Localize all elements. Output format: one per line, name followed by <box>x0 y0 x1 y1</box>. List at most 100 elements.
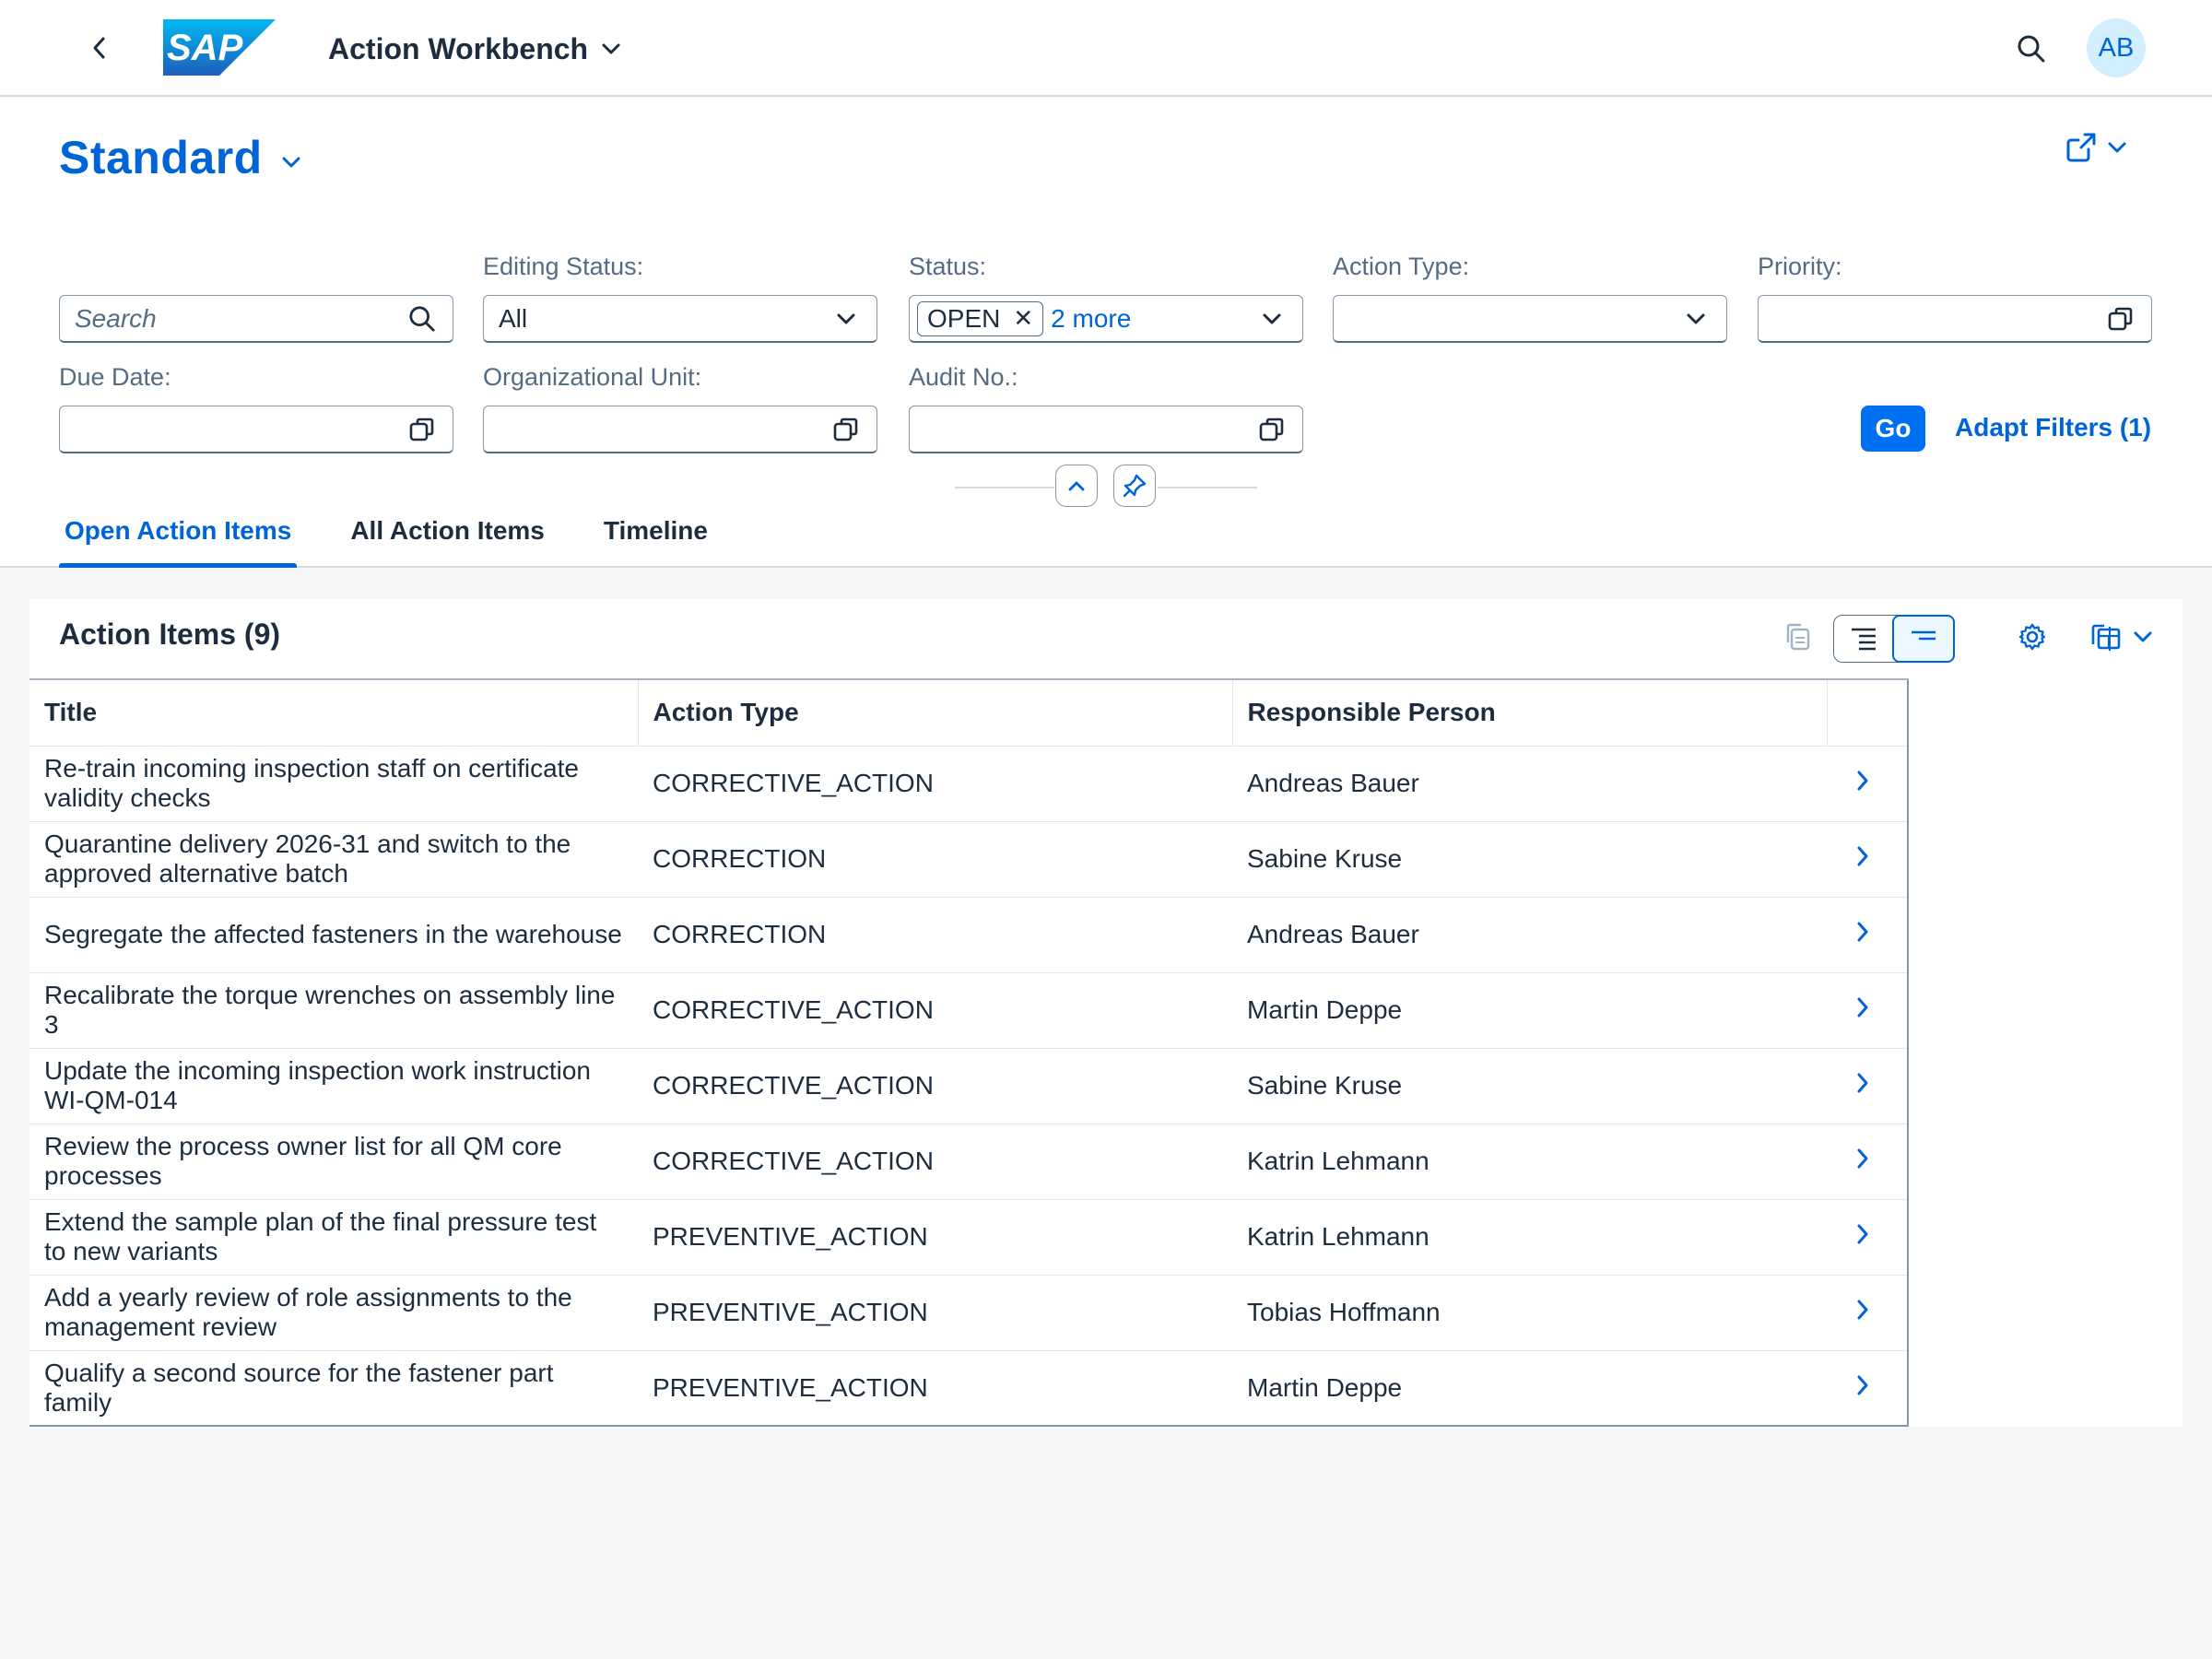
chevron-down-icon <box>2108 142 2126 153</box>
settings-button[interactable] <box>2011 616 2053 658</box>
expand-rows-button[interactable] <box>1834 616 1893 662</box>
variant-selector[interactable]: Standard <box>59 131 301 184</box>
tab-timeline[interactable]: Timeline <box>598 503 713 568</box>
value-help-button[interactable] <box>1256 414 1288 445</box>
header-divider <box>955 487 1054 488</box>
close-icon[interactable]: ✕ <box>1013 304 1033 333</box>
audit-no-input[interactable] <box>909 406 1303 453</box>
cell-action-type: PREVENTIVE_ACTION <box>638 1350 1232 1427</box>
row-navigation[interactable] <box>1827 1350 1908 1427</box>
adapt-filters-button[interactable]: Adapt Filters (1) <box>1955 413 2151 442</box>
table-title: Action Items (9) <box>59 618 281 651</box>
value-help-icon <box>409 418 434 441</box>
share-button[interactable] <box>2065 131 2127 164</box>
value-help-button[interactable] <box>2105 303 2136 335</box>
chevron-right-icon <box>1857 922 1868 942</box>
cell-responsible-person: Andreas Bauer <box>1232 746 1827 822</box>
table-row[interactable]: Qualify a second source for the fastener… <box>29 1350 1908 1427</box>
cell-action-type: PREVENTIVE_ACTION <box>638 1199 1232 1276</box>
chevron-up-icon <box>1068 481 1085 491</box>
shell-bar: SAP Action Workbench AB <box>0 0 2212 97</box>
row-navigation[interactable] <box>1827 1124 1908 1200</box>
due-date-input[interactable] <box>59 406 453 453</box>
cell-title: Add a yearly review of role assignments … <box>29 1275 638 1351</box>
cell-title: Recalibrate the torque wrenches on assem… <box>29 972 638 1049</box>
tab-open-action-items[interactable]: Open Action Items <box>59 503 298 568</box>
action-type-label: Action Type: <box>1333 253 1470 280</box>
cell-responsible-person: Sabine Kruse <box>1232 821 1827 898</box>
toolbar-separator <box>2109 627 2111 651</box>
cell-title: Quarantine delivery 2026-31 and switch t… <box>29 821 638 898</box>
search-input[interactable]: Search <box>59 295 453 343</box>
shell-search-button[interactable] <box>2012 29 2051 68</box>
cell-action-type: CORRECTIVE_ACTION <box>638 972 1232 1049</box>
cell-responsible-person: Martin Deppe <box>1232 972 1827 1049</box>
cell-responsible-person: Tobias Hoffmann <box>1232 1275 1827 1351</box>
table-row[interactable]: Add a yearly review of role assignments … <box>29 1275 1908 1351</box>
editing-status-select[interactable]: All <box>483 295 877 343</box>
row-navigation[interactable] <box>1827 821 1908 898</box>
column-header-navigation <box>1827 678 1909 747</box>
cell-responsible-person: Katrin Lehmann <box>1232 1199 1827 1276</box>
table-row[interactable]: Extend the sample plan of the final pres… <box>29 1199 1908 1276</box>
table-row[interactable]: Recalibrate the torque wrenches on assem… <box>29 972 1908 1049</box>
collapse-list-icon <box>1912 630 1936 641</box>
priority-label: Priority: <box>1758 253 1842 280</box>
cell-action-type: CORRECTIVE_ACTION <box>638 746 1232 822</box>
status-token[interactable]: OPEN ✕ <box>917 300 1044 336</box>
export-icon <box>2091 624 2121 650</box>
list-icon <box>1852 628 1876 651</box>
go-button[interactable]: Go <box>1861 406 1925 452</box>
header-divider <box>1158 487 1257 488</box>
chevron-down-icon <box>1263 313 1281 324</box>
status-more-link[interactable]: 2 more <box>1051 304 1256 334</box>
copy-button[interactable] <box>1777 616 1819 658</box>
column-header-responsible-person[interactable]: Responsible Person <box>1232 678 1828 747</box>
row-navigation[interactable] <box>1827 1048 1908 1124</box>
row-navigation[interactable] <box>1827 972 1908 1049</box>
chevron-down-icon <box>1687 313 1705 324</box>
status-label: Status: <box>909 253 987 280</box>
row-navigation[interactable] <box>1827 1199 1908 1276</box>
cell-title: Update the incoming inspection work inst… <box>29 1048 638 1124</box>
org-unit-input[interactable] <box>483 406 877 453</box>
icon-tab-bar: Open Action Items All Action Items Timel… <box>59 503 761 568</box>
table-row[interactable]: Update the incoming inspection work inst… <box>29 1048 1908 1124</box>
cell-title: Extend the sample plan of the final pres… <box>29 1199 638 1276</box>
column-header-action-type[interactable]: Action Type <box>638 678 1233 747</box>
table-row[interactable]: Segregate the affected fasteners in the … <box>29 897 1908 973</box>
chevron-down-icon <box>2134 631 2152 642</box>
table-row[interactable]: Re-train incoming inspection staff on ce… <box>29 746 1908 822</box>
table-row[interactable]: Quarantine delivery 2026-31 and switch t… <box>29 821 1908 898</box>
action-items-table-card: Action Items (9) Title Action Type Respo… <box>29 599 2183 1427</box>
due-date-label: Due Date: <box>59 363 171 391</box>
avatar[interactable]: AB <box>2087 18 2146 77</box>
pin-header-button[interactable] <box>1113 465 1156 507</box>
svg-text:SAP: SAP <box>167 28 243 68</box>
collapse-header-button[interactable] <box>1055 465 1098 507</box>
column-header-title[interactable]: Title <box>29 678 639 747</box>
value-help-button[interactable] <box>406 414 438 445</box>
row-navigation[interactable] <box>1827 1275 1908 1351</box>
status-multicombo[interactable]: OPEN ✕ 2 more <box>909 295 1303 343</box>
value-help-button[interactable] <box>830 414 862 445</box>
cell-responsible-person: Martin Deppe <box>1232 1350 1827 1427</box>
collapse-rows-button[interactable] <box>1892 615 1955 663</box>
share-icon <box>2066 133 2096 162</box>
sap-logo: SAP <box>163 19 276 76</box>
density-toggle <box>1833 615 1955 663</box>
app-title-menu[interactable]: Action Workbench <box>328 28 621 70</box>
copy-icon <box>1786 623 1810 651</box>
row-navigation[interactable] <box>1827 897 1908 973</box>
table-row[interactable]: Review the process owner list for all QM… <box>29 1124 1908 1200</box>
back-button[interactable] <box>83 29 116 66</box>
cell-responsible-person: Katrin Lehmann <box>1232 1124 1827 1200</box>
row-navigation[interactable] <box>1827 746 1908 822</box>
priority-input[interactable] <box>1758 295 2152 343</box>
cell-responsible-person: Sabine Kruse <box>1232 1048 1827 1124</box>
tab-all-action-items[interactable]: All Action Items <box>345 503 550 568</box>
cell-title: Re-train incoming inspection staff on ce… <box>29 746 638 822</box>
action-type-select[interactable] <box>1333 295 1727 343</box>
cell-title: Review the process owner list for all QM… <box>29 1124 638 1200</box>
export-menu-button[interactable] <box>2122 616 2164 658</box>
